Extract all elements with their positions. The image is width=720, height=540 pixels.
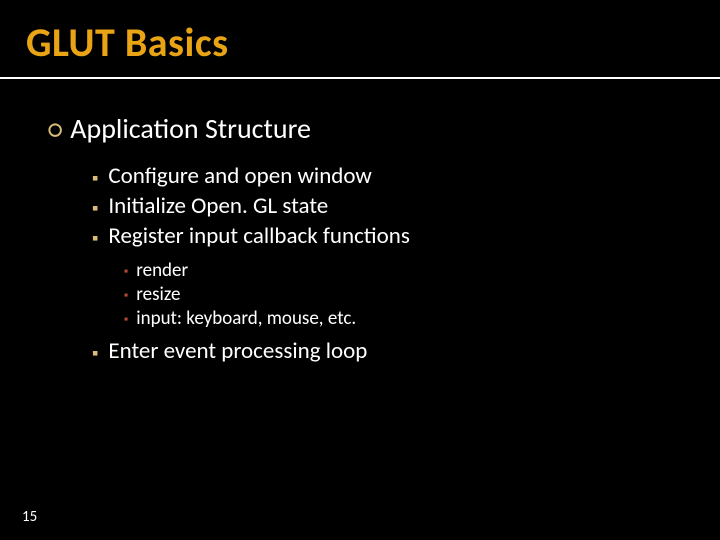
square-bullet-icon: ▪ [92, 342, 98, 364]
square-bullet-icon: ▪ [92, 197, 98, 219]
list-item: ▪ render [124, 259, 680, 282]
small-square-bullet-icon: ▪ [124, 313, 128, 327]
list-item-text: Initialize Open. GL state [108, 192, 328, 220]
list-item: ▪ input: keyboard, mouse, etc. [124, 307, 680, 330]
circle-bullet-icon: ○ [48, 116, 62, 142]
list-item-text: input: keyboard, mouse, etc. [136, 307, 356, 330]
title-block: GLUT Basics [0, 0, 720, 67]
list-item: ▪ Configure and open window [92, 162, 680, 190]
list-item-text: render [136, 259, 188, 282]
level3-list: ▪ render ▪ resize ▪ input: keyboard, mou… [92, 252, 680, 335]
list-item: ▪ Initialize Open. GL state [92, 192, 680, 220]
section-heading: Application Structure [70, 111, 311, 146]
square-bullet-icon: ▪ [92, 167, 98, 189]
small-square-bullet-icon: ▪ [124, 265, 128, 279]
list-item-text: Enter event processing loop [108, 337, 367, 365]
square-bullet-icon: ▪ [92, 227, 98, 249]
section-heading-row: ○ Application Structure [48, 111, 680, 146]
level2-list: ▪ Configure and open window ▪ Initialize… [48, 152, 680, 373]
title-divider [0, 77, 720, 79]
list-item-text: resize [136, 283, 180, 306]
page-number: 15 [22, 508, 37, 526]
list-item-text: Register input callback functions [108, 222, 409, 250]
list-item: ▪ Enter event processing loop [92, 337, 680, 365]
list-item: ▪ resize [124, 283, 680, 306]
slide-title: GLUT Basics [26, 18, 720, 67]
list-item-text: Configure and open window [108, 162, 371, 190]
small-square-bullet-icon: ▪ [124, 289, 128, 303]
slide-content: ○ Application Structure ▪ Configure and … [0, 87, 720, 373]
slide: GLUT Basics ○ Application Structure ▪ Co… [0, 0, 720, 540]
list-item: ▪ Register input callback functions [92, 222, 680, 250]
